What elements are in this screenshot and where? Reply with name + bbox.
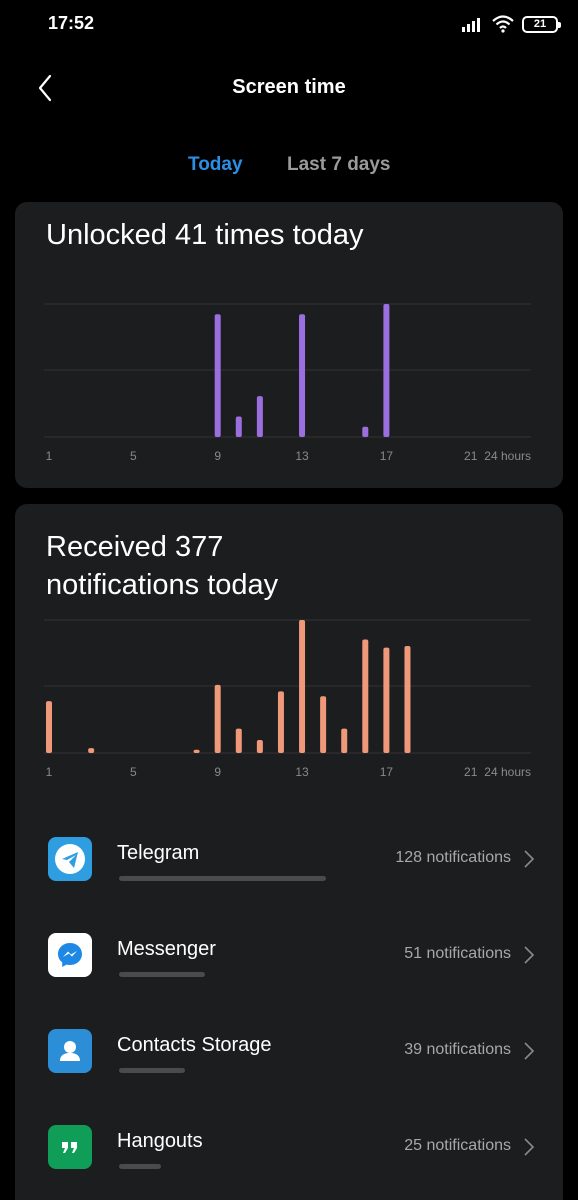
notifications-tick-label: 1 [46,765,53,779]
page-title: Screen time [232,76,346,98]
notifications-bar [383,647,390,753]
notifications-bar [46,701,52,753]
unlocks-tick-label: 17 [380,449,394,463]
app-name: Contacts Storage [117,1034,272,1056]
status-icons: 21 [462,12,561,36]
telegram-icon [48,837,92,881]
notifications-bar [88,748,95,753]
app-usage-bar [119,972,205,977]
chevron-right-icon [524,946,535,964]
unlocks-bar [256,396,263,437]
unlocks-chart-svg: 1 5 9 13 17 21 24 hours [44,303,531,463]
chevron-right-icon [524,850,535,868]
signal-icon [462,18,480,32]
unlocks-tick-label: 1 [46,449,53,463]
battery-level: 21 [533,18,547,30]
unlocks-unit-label: 24 hours [484,449,531,463]
notifications-bar [256,740,263,753]
battery-icon: 21 [522,15,561,33]
notifications-title: Received 377 notifications today [46,531,279,601]
notifications-tick-label: 21 [464,765,478,779]
notifications-bar [214,684,221,753]
chevron-right-icon [524,1138,535,1156]
notifications-tick-label: 17 [380,765,394,779]
notifications-tick-label: 5 [130,765,137,779]
notifications-bar [320,696,327,753]
unlocks-chart: 1 5 9 13 17 21 24 hours [15,288,563,468]
chevron-right-icon [524,1042,535,1060]
app-row-telegram[interactable]: Telegram 128 notifications [15,824,563,914]
app-name: Messenger [117,938,216,960]
app-usage-bar [119,876,326,881]
app-notification-count: 25 notifications [404,1137,511,1154]
notifications-chart: 1 5 9 13 17 21 24 hours [15,604,563,784]
notifications-bar [341,728,348,753]
messenger-icon [48,933,92,977]
tab-last-7-days[interactable]: Last 7 days [287,154,391,176]
notifications-bar [235,728,242,753]
contacts-icon [48,1029,92,1073]
unlocks-bar [235,416,242,437]
app-row-contacts-storage[interactable]: Contacts Storage 39 notifications [15,1016,563,1106]
notifications-bar [299,620,306,753]
notifications-bar [193,749,200,753]
app-row-hangouts[interactable]: Hangouts 25 notifications [15,1112,563,1200]
unlocks-tick-label: 21 [464,449,478,463]
unlocks-card: Unlocked 41 times today 1 5 9 13 17 21 24 hour… [15,202,563,488]
unlocks-bar [299,314,306,437]
tab-today[interactable]: Today [188,154,243,176]
notifications-bar [362,639,369,753]
notifications-chart-svg: 1 5 9 13 17 21 24 hours [44,619,531,779]
app-name: Telegram [117,842,200,864]
unlocks-tick-label: 5 [130,449,137,463]
notifications-unit-label: 24 hours [484,765,531,779]
unlocks-tick-label: 9 [214,449,221,463]
app-usage-bar [119,1164,161,1169]
unlocks-bar [362,426,369,437]
notifications-card: Received 377 notifications today 1 5 9 13 17… [15,504,563,1200]
unlocks-bar [214,314,221,437]
app-notification-count: 128 notifications [395,849,511,866]
notifications-tick-label: 9 [214,765,221,779]
header: Screen time [0,60,578,116]
status-bar: 17:52 21 [0,0,578,48]
app-notification-count: 51 notifications [404,945,511,962]
app-name: Hangouts [117,1130,203,1152]
app-notification-count: 39 notifications [404,1041,511,1058]
notifications-bar [277,691,284,753]
period-tabs: Today Last 7 days [0,150,578,184]
app-usage-bar [119,1068,185,1073]
wifi-icon [492,15,514,33]
notifications-tick-label: 13 [295,765,309,779]
status-time: 17:52 [48,13,95,33]
notifications-bar [404,645,411,753]
hangouts-icon [48,1125,92,1169]
unlocks-title: Unlocked 41 times today [46,219,364,251]
app-row-messenger[interactable]: Messenger 51 notifications [15,920,563,1010]
unlocks-tick-label: 13 [295,449,309,463]
unlocks-bar [383,304,390,437]
